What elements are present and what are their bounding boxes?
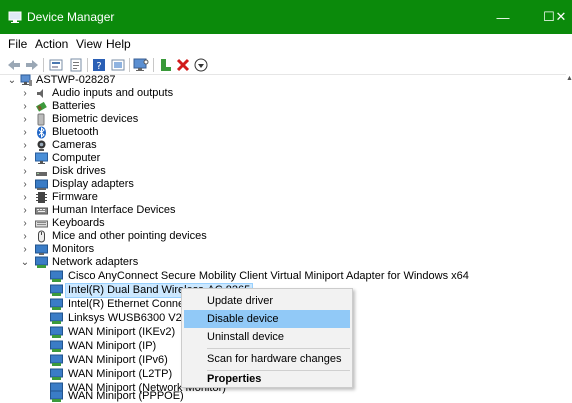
bluetooth-icon: [37, 126, 46, 139]
tree-item-display-adapters[interactable]: › Display adapters: [0, 178, 560, 191]
tree-item-computer[interactable]: › Computer: [0, 152, 560, 165]
network-adapter-icon: [50, 390, 63, 402]
toolbar: ?: [0, 55, 572, 75]
chevron-right-icon[interactable]: ›: [20, 100, 30, 113]
biometric-icon: [37, 113, 45, 126]
chevron-right-icon[interactable]: ›: [20, 178, 30, 191]
menu-file[interactable]: File: [8, 37, 27, 51]
menu-uninstall-device[interactable]: Uninstall device: [184, 328, 350, 346]
tree-item-disk-drives[interactable]: › Disk drives: [0, 165, 560, 178]
device-tree-view-icon[interactable]: [48, 57, 64, 73]
uninstall-x-icon[interactable]: [175, 57, 191, 73]
menu-action[interactable]: Action: [35, 37, 68, 51]
tree-item-audio[interactable]: › Audio inputs and outputs: [0, 87, 560, 100]
network-adapter-icon: [50, 368, 63, 380]
menu-disable-device[interactable]: Disable device: [184, 310, 350, 328]
hid-icon: [35, 207, 48, 215]
vertical-scrollbar[interactable]: ▲: [566, 74, 572, 403]
network-adapter-icon: [50, 340, 63, 352]
network-adapter-icon: [50, 284, 63, 296]
firmware-icon: [36, 192, 47, 203]
network-adapter-icon: [50, 354, 63, 366]
back-arrow-icon[interactable]: [6, 57, 22, 73]
minimize-button[interactable]: —: [480, 0, 526, 34]
chevron-right-icon[interactable]: ›: [20, 230, 30, 243]
chevron-right-icon[interactable]: ›: [20, 165, 30, 178]
network-adapter-icon: [50, 326, 63, 338]
tree-item-mice[interactable]: › Mice and other pointing devices: [0, 230, 560, 243]
computer-icon: [35, 152, 48, 164]
network-adapter-icon: [50, 298, 63, 310]
tree-item-hid[interactable]: › Human Interface Devices: [0, 204, 560, 217]
keyboard-icon: [35, 220, 48, 228]
forward-arrow-icon[interactable]: [24, 57, 40, 73]
tree-item-biometric[interactable]: › Biometric devices: [0, 113, 560, 126]
menu-view[interactable]: View: [76, 37, 102, 51]
chevron-right-icon[interactable]: ›: [20, 217, 30, 230]
computer-root-icon: [20, 74, 32, 86]
tree-item-batteries[interactable]: › Batteries: [0, 100, 560, 113]
chevron-right-icon[interactable]: ›: [20, 87, 30, 100]
chevron-right-icon[interactable]: ›: [20, 113, 30, 126]
scan-hardware-icon[interactable]: [133, 57, 149, 73]
tree-item-cameras[interactable]: › Cameras: [0, 139, 560, 152]
battery-icon: [36, 101, 47, 112]
tree-item-network-adapters[interactable]: ⌄ Network adapters: [0, 256, 560, 269]
chevron-down-icon[interactable]: ⌄: [20, 256, 30, 269]
scroll-up-icon[interactable]: ▲: [566, 75, 572, 82]
chevron-right-icon[interactable]: ›: [20, 139, 30, 152]
network-adapter-icon: [50, 312, 63, 324]
menu-scan-hardware[interactable]: Scan for hardware changes: [184, 350, 350, 368]
network-adapter-icon: [35, 256, 48, 268]
menu-separator: [207, 348, 350, 349]
chevron-right-icon[interactable]: ›: [20, 204, 30, 217]
display-adapter-icon: [35, 179, 48, 190]
properties-sheet-icon[interactable]: [68, 57, 84, 73]
help-icon[interactable]: ?: [91, 57, 107, 73]
title-bar: Device Manager — ☐ ✕: [0, 0, 572, 34]
camera-icon: [37, 140, 46, 151]
menu-properties[interactable]: Properties: [184, 370, 350, 388]
speaker-icon: [37, 89, 43, 98]
mouse-icon: [38, 230, 45, 243]
tree-item-keyboards[interactable]: › Keyboards: [0, 217, 560, 230]
menu-help[interactable]: Help: [106, 37, 131, 51]
tree-item-bluetooth[interactable]: › Bluetooth: [0, 126, 560, 139]
menu-update-driver[interactable]: Update driver: [184, 292, 350, 310]
chevron-right-icon[interactable]: ›: [20, 191, 30, 204]
context-menu: Update driver Disable device Uninstall d…: [181, 288, 353, 388]
chevron-right-icon[interactable]: ›: [20, 152, 30, 165]
svg-text:?: ?: [96, 61, 101, 72]
tree-item-adapter[interactable]: Cisco AnyConnect Secure Mobility Client …: [0, 270, 560, 283]
device-manager-icon: [8, 11, 22, 23]
window-title: Device Manager: [27, 10, 115, 24]
tree-item-monitors[interactable]: › Monitors: [0, 243, 560, 256]
chevron-right-icon[interactable]: ›: [20, 126, 30, 139]
enable-device-icon[interactable]: [193, 57, 209, 73]
menu-bar: File Action View Help: [0, 34, 572, 54]
monitor-icon: [35, 244, 48, 255]
tree-root[interactable]: ⌄ ASTWP-028287: [0, 74, 560, 87]
chevron-down-icon[interactable]: ⌄: [7, 74, 17, 87]
close-button[interactable]: ✕: [550, 0, 572, 34]
tree-item-adapter[interactable]: WAN Miniport (PPPOE): [0, 390, 560, 403]
tree-item-firmware[interactable]: › Firmware: [0, 191, 560, 204]
add-driver-icon[interactable]: [157, 57, 173, 73]
network-adapter-icon: [50, 270, 63, 282]
disk-drive-icon: [36, 172, 47, 176]
update-driver-icon[interactable]: [110, 57, 126, 73]
chevron-right-icon[interactable]: ›: [20, 243, 30, 256]
